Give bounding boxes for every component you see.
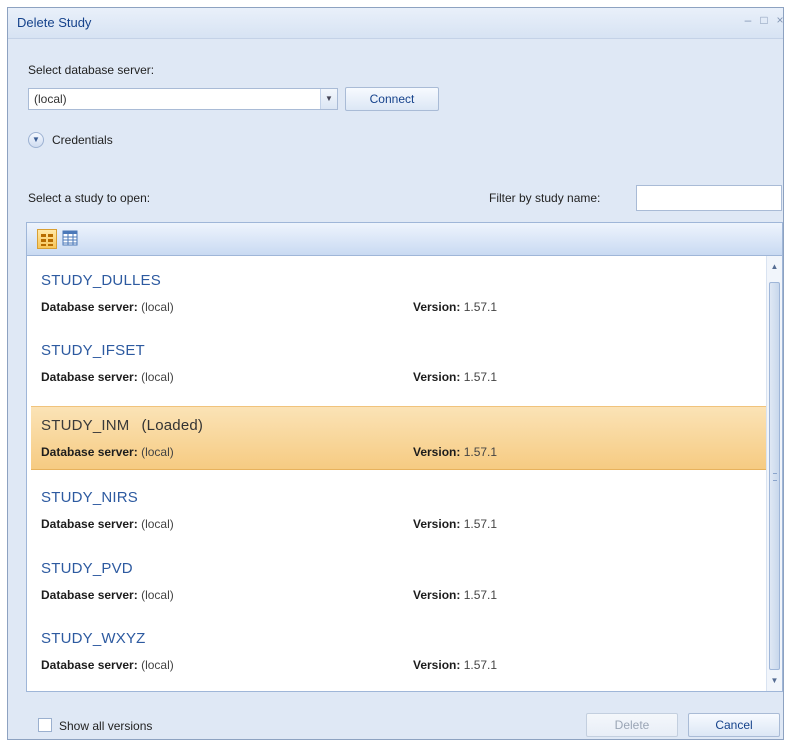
database-server-meta: Database server: (local) [41,445,174,459]
database-server-meta: Database server: (local) [41,588,174,602]
server-select[interactable]: (local) ▼ [28,88,338,110]
study-name: STUDY_PVD [41,560,133,577]
grid-view-button[interactable] [61,229,81,249]
version-meta: Version: 1.57.1 [413,588,498,602]
study-item[interactable]: STUDY_PVD Database server: (local) Versi… [31,550,766,614]
study-item[interactable]: STUDY_NIRS Database server: (local) Vers… [31,479,766,543]
list-view-button[interactable] [37,229,57,249]
show-all-versions-label[interactable]: Show all versions [59,719,152,733]
version-meta: Version: 1.57.1 [413,658,498,672]
loaded-status: (Loaded) [141,417,204,434]
list-view-icon [41,234,53,246]
database-server-meta: Database server: (local) [41,517,174,531]
version-meta: Version: 1.57.1 [413,445,498,459]
window-title: Delete Study [17,15,92,30]
chevron-down-icon[interactable]: ▼ [320,89,337,109]
server-select-value: (local) [34,92,67,106]
scroll-up-icon[interactable]: ▲ [767,260,782,274]
version-meta: Version: 1.57.1 [413,370,498,384]
view-toolbar [26,222,783,256]
credentials-toggle[interactable]: Credentials [52,133,113,147]
minimize-button[interactable]: – [740,13,756,27]
study-item-selected[interactable]: STUDY_INM (Loaded) Database server: (loca… [31,406,766,470]
maximize-button[interactable]: □ [756,13,772,27]
show-all-versions-checkbox[interactable] [38,718,52,732]
chevron-down-circle-icon[interactable]: ▼ [28,132,44,148]
study-name: STUDY_WXYZ [41,630,146,647]
close-button[interactable]: × [772,13,783,27]
version-meta: Version: 1.57.1 [413,300,498,314]
server-label: Select database server: [28,63,155,77]
study-list[interactable]: STUDY_DULLES Database server: (local) Ve… [26,256,783,692]
database-server-meta: Database server: (local) [41,370,174,384]
filter-input[interactable] [636,185,782,211]
study-name: STUDY_IFSET [41,342,145,359]
study-name: STUDY_INM (Loaded) [41,417,204,434]
scroll-down-icon[interactable]: ▼ [767,674,782,688]
title-bar: Delete Study – □ × [8,8,783,39]
scroll-thumb[interactable] [769,282,780,670]
version-meta: Version: 1.57.1 [413,517,498,531]
database-server-meta: Database server: (local) [41,658,174,672]
study-item[interactable]: STUDY_WXYZ Database server: (local) Vers… [31,620,766,684]
study-name: STUDY_DULLES [41,272,161,289]
delete-study-dialog: Delete Study – □ × Select database serve… [7,7,784,740]
connect-button[interactable]: Connect [345,87,439,111]
grid-view-icon [62,230,78,246]
cancel-button[interactable]: Cancel [688,713,780,737]
filter-label: Filter by study name: [489,191,601,205]
study-list-label: Select a study to open: [28,191,151,205]
study-list-items: STUDY_DULLES Database server: (local) Ve… [27,256,766,691]
study-name: STUDY_NIRS [41,489,139,506]
study-item[interactable]: STUDY_DULLES Database server: (local) Ve… [31,262,766,326]
grip-icon [773,473,777,481]
vertical-scrollbar[interactable]: ▲ ▼ [766,256,782,691]
study-item[interactable]: STUDY_IFSET Database server: (local) Ver… [31,332,766,396]
delete-button[interactable]: Delete [586,713,678,737]
database-server-meta: Database server: (local) [41,300,174,314]
